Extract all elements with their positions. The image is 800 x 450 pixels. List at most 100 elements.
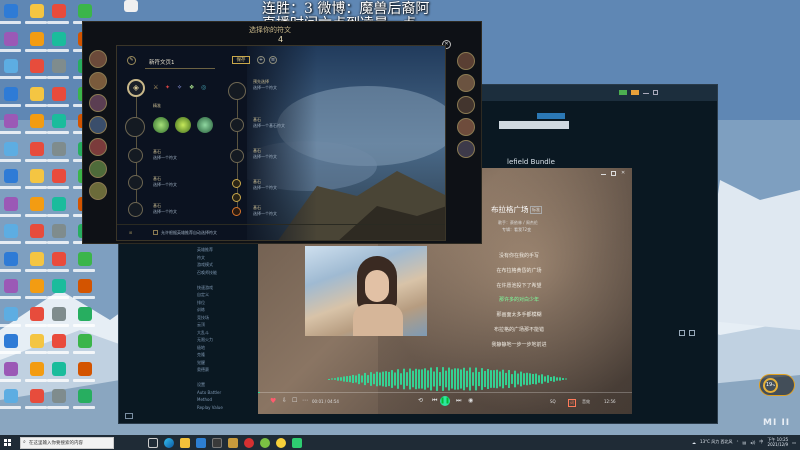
shard-2[interactable] [232, 193, 241, 202]
desktop-shortcut-icon[interactable] [52, 141, 66, 156]
desktop-shortcut-icon[interactable] [52, 169, 66, 183]
rune-page-title[interactable]: 新符文页1 [149, 58, 175, 66]
desktop-shortcut-icon[interactable] [30, 31, 44, 46]
ime-lang[interactable]: 中 [759, 439, 763, 445]
client-menu-item[interactable]: 英雄推荐 [197, 247, 257, 255]
client-menu-item[interactable]: 觉醒 [197, 360, 257, 368]
auto-select-checkbox[interactable] [153, 230, 158, 235]
tree-path-icons[interactable]: ⚔ ✦ ✧ ❖ ◎ [153, 84, 208, 91]
client-menu-item[interactable]: 排位 [197, 300, 257, 308]
client-menu-item[interactable]: 设置 [197, 382, 257, 390]
shard-3[interactable] [232, 207, 241, 216]
desktop-shortcut-icon[interactable] [52, 279, 66, 293]
desktop-shortcut-icon[interactable] [4, 224, 18, 238]
list-icon[interactable] [689, 330, 695, 336]
progress-bar[interactable] [258, 392, 632, 393]
desktop-shortcut-icon[interactable] [30, 141, 44, 156]
desktop-shortcut-icon[interactable] [78, 389, 92, 403]
weather-text[interactable]: 13°C 风力 西北风 [700, 439, 732, 445]
desktop-shortcut-icon[interactable] [52, 196, 66, 211]
green-status-icon[interactable] [619, 90, 627, 95]
task-view-icon[interactable] [148, 437, 158, 448]
volume-icon[interactable]: ◉ [468, 397, 473, 404]
client-menu-item[interactable]: 符文 [197, 255, 257, 263]
effect-toggle[interactable]: 音效 [582, 399, 590, 405]
desktop-shortcut-icon[interactable] [78, 251, 92, 266]
desktop-file-icon[interactable] [124, 0, 138, 12]
desktop-shortcut-icon[interactable] [30, 251, 44, 266]
client-menu-item[interactable]: 大乱斗 [197, 330, 257, 338]
client-search-input[interactable] [499, 121, 569, 129]
sorcery-path-icon[interactable]: ✧ [177, 84, 184, 91]
desktop-shortcut-icon[interactable] [30, 389, 44, 403]
desktop-shortcut-icon[interactable] [52, 86, 66, 101]
store-icon[interactable] [196, 437, 206, 448]
save-button[interactable]: 保存 [232, 56, 250, 64]
maximize-icon[interactable] [611, 171, 616, 176]
rune-slot-1[interactable] [128, 148, 143, 163]
playlist-count[interactable]: 12:56 [604, 399, 616, 404]
download-icon[interactable]: ⇩ [282, 397, 287, 404]
desktop-shortcut-icon[interactable] [30, 196, 44, 211]
desktop-shortcut-icon[interactable] [52, 306, 66, 321]
close-icon[interactable]: ✕ [621, 171, 626, 176]
client-menu-item[interactable]: 极地 [197, 345, 257, 353]
desktop-shortcut-icon[interactable] [30, 169, 44, 183]
desktop-shortcut-icon[interactable] [4, 141, 18, 156]
player-window-controls[interactable]: ✕ [601, 171, 626, 176]
notification-icon[interactable]: ▭ [792, 440, 796, 445]
client-menu-item[interactable]: 无限火力 [197, 337, 257, 345]
resolve-path-icon[interactable]: ❖ [189, 84, 196, 91]
app-icon[interactable] [276, 437, 286, 448]
champion-portrait[interactable] [89, 94, 107, 112]
client-menu-item[interactable]: 云顶 [197, 322, 257, 330]
desktop-shortcut-icon[interactable] [4, 361, 18, 376]
close-icon[interactable] [653, 90, 658, 95]
speed-widget[interactable]: 19% [759, 374, 795, 396]
chevron-up-icon[interactable]: ˄ [736, 440, 738, 445]
lyric-toggle[interactable]: 词 [568, 399, 576, 407]
desktop-shortcut-icon[interactable] [52, 251, 66, 266]
app-icon[interactable] [292, 437, 302, 448]
system-tray[interactable]: ☁ 13°C 风力 西北风 ˄ ▤ ◂)) 中 下午 10:25 2021/12… [692, 437, 796, 447]
heart-icon[interactable]: ♥ [270, 397, 276, 405]
champion-portrait[interactable] [89, 138, 107, 156]
inspiration-path-icon[interactable]: ◎ [201, 84, 208, 91]
grid-icon[interactable] [679, 330, 685, 336]
keystone-slot[interactable] [125, 117, 145, 137]
desktop-shortcut-icon[interactable] [4, 334, 18, 348]
champion-list-right[interactable]: (function(){ var c = document.currentScr… [455, 52, 479, 172]
desktop-shortcut-icon[interactable] [30, 361, 44, 376]
music-app-icon[interactable] [244, 437, 254, 448]
shard-1[interactable] [232, 179, 241, 188]
desktop-shortcut-icon[interactable] [78, 306, 92, 321]
desktop-shortcut-icon[interactable] [30, 59, 44, 73]
keystone-option-icon[interactable] [153, 117, 169, 133]
desktop-shortcut-icon[interactable] [52, 334, 66, 348]
client-menu-item[interactable]: Auto Battler [197, 390, 257, 398]
client-footer-chat[interactable] [125, 413, 133, 419]
desktop-shortcut-icon[interactable] [78, 279, 92, 293]
champion-portrait[interactable] [89, 50, 107, 68]
precision-path-icon[interactable]: ⚔ [153, 84, 160, 91]
desktop-shortcut-icon[interactable] [30, 306, 44, 321]
secondary-slot-1[interactable] [230, 118, 244, 132]
champion-list-left[interactable]: (function(){ var c = document.currentScr… [87, 48, 111, 238]
desktop-shortcut-icon[interactable] [30, 334, 44, 348]
client-menu-item[interactable]: 快速游戏 [197, 285, 257, 293]
edit-icon[interactable]: ✎ [127, 56, 136, 65]
edge-browser-icon[interactable] [164, 437, 174, 448]
client-menu-item[interactable]: 克隆 [197, 352, 257, 360]
champion-portrait[interactable] [89, 160, 107, 178]
desktop-shortcut-icon[interactable] [4, 196, 18, 211]
next-icon[interactable]: ⏭ [456, 397, 461, 405]
champion-portrait[interactable] [89, 116, 107, 134]
client-menu-item[interactable] [197, 277, 257, 285]
loop-icon[interactable]: ⟲ [418, 397, 423, 404]
prev-icon[interactable]: ⏮ [432, 397, 437, 405]
network-icon[interactable]: ▤ [742, 440, 746, 445]
app-icon[interactable] [260, 437, 270, 448]
keystone-option-icon[interactable] [197, 117, 213, 133]
minimize-icon[interactable] [601, 174, 606, 175]
start-button[interactable] [0, 435, 14, 450]
